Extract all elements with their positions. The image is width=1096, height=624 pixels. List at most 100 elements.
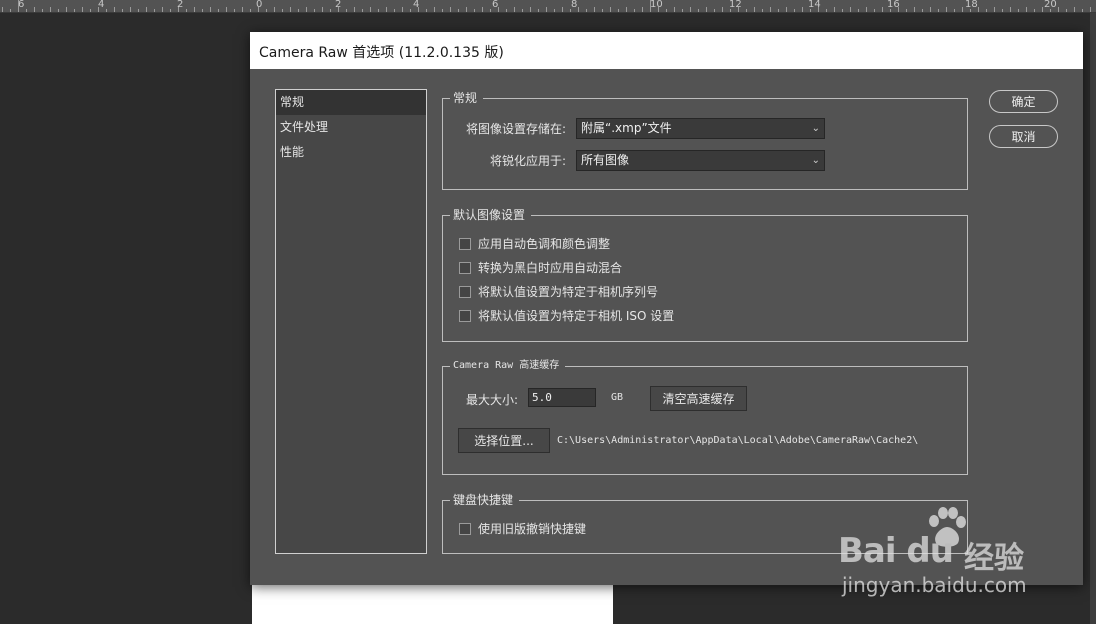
- ruler-tick: [906, 9, 907, 12]
- ruler-tick: [762, 9, 763, 12]
- ruler-tick: [194, 7, 195, 12]
- ruler-tick: [138, 9, 139, 12]
- default-image-settings-group: 默认图像设置 应用自动色调和颜色调整 转换为黑白时应用自动混合 将默认值设置为特…: [442, 208, 968, 342]
- ruler-tick: [562, 7, 563, 12]
- ruler-tick: [770, 7, 771, 12]
- cancel-button[interactable]: 取消: [989, 125, 1058, 148]
- ruler-tick: [42, 9, 43, 12]
- iso-default-checkbox[interactable]: 将默认值设置为特定于相机 ISO 设置: [459, 307, 674, 324]
- ruler-tick: [330, 9, 331, 12]
- legacy-undo-checkbox[interactable]: 使用旧版撤销快捷键: [459, 520, 586, 537]
- ruler-tick: [514, 7, 515, 12]
- ruler-tick: [658, 7, 659, 12]
- ruler-tick: [394, 9, 395, 12]
- ruler-tick: [410, 9, 411, 12]
- choose-location-button[interactable]: 选择位置...: [458, 428, 550, 453]
- cache-group: Camera Raw 高速缓存 最大大小: 5.0 GB 清空高速缓存 选择位置…: [442, 359, 968, 475]
- ruler-tick: [458, 9, 459, 12]
- ruler-tick: [682, 9, 683, 12]
- auto-mix-checkbox[interactable]: 转换为黑白时应用自动混合: [459, 259, 622, 276]
- ruler-tick: [570, 9, 571, 12]
- ruler-tick: [546, 7, 547, 12]
- ruler-tick: [706, 7, 707, 12]
- ruler-tick: [482, 7, 483, 12]
- max-size-label: 最大大小:: [466, 393, 519, 407]
- checkbox-box[interactable]: [459, 261, 471, 274]
- ok-button[interactable]: 确定: [989, 90, 1058, 113]
- ruler-tick: [522, 9, 523, 12]
- ruler-tick: [130, 7, 131, 12]
- ruler-tick: [858, 9, 859, 12]
- ruler-tick: [578, 7, 579, 12]
- ruler-tick: [314, 9, 315, 12]
- ruler-tick: [226, 7, 227, 12]
- ruler-tick: [690, 7, 691, 12]
- purge-cache-button[interactable]: 清空高速缓存: [650, 386, 747, 411]
- ruler-tick: [242, 7, 243, 12]
- ruler-tick: [338, 7, 339, 12]
- ruler-tick: [930, 7, 931, 12]
- ruler-tick: [450, 7, 451, 12]
- ruler-tick: [794, 9, 795, 12]
- ruler-tick: [626, 7, 627, 12]
- iso-default-label: 将默认值设置为特定于相机 ISO 设置: [478, 309, 675, 323]
- ruler-tick: [1034, 9, 1035, 12]
- save-settings-label: 将图像设置存储在:: [466, 122, 567, 136]
- checkbox-box[interactable]: [459, 309, 471, 322]
- ruler-tick: [186, 9, 187, 12]
- ruler-tick: [538, 9, 539, 12]
- legacy-undo-label: 使用旧版撤销快捷键: [478, 522, 587, 536]
- ruler-tick: [370, 7, 371, 12]
- ruler-tick: [786, 7, 787, 12]
- sharpen-select[interactable]: 所有图像 ⌄: [576, 150, 825, 171]
- ruler-label: 10: [650, 0, 663, 10]
- ruler-label: 0: [256, 0, 263, 10]
- ruler-tick: [898, 7, 899, 12]
- sharpen-value: 所有图像: [581, 153, 630, 167]
- ruler-tick: [1050, 9, 1051, 12]
- checkbox-box[interactable]: [459, 522, 471, 535]
- cache-path: C:\Users\Administrator\AppData\Local\Ado…: [557, 435, 919, 446]
- dialog-title: Camera Raw 首选项 (11.2.0.135 版): [250, 32, 1083, 69]
- ruler-tick: [850, 7, 851, 12]
- nav-item-performance[interactable]: 性能: [276, 140, 426, 165]
- save-settings-select[interactable]: 附属“.xmp”文件 ⌄: [576, 118, 825, 139]
- ruler-tick: [234, 9, 235, 12]
- ruler-tick: [346, 9, 347, 12]
- ruler-tick: [202, 9, 203, 12]
- max-size-input[interactable]: 5.0: [528, 388, 596, 407]
- document-canvas: [252, 585, 613, 624]
- ruler-tick: [498, 7, 499, 12]
- ruler-tick: [1018, 9, 1019, 12]
- ruler-tick: [178, 7, 179, 12]
- nav-item-file-handling[interactable]: 文件处理: [276, 115, 426, 140]
- serial-default-checkbox[interactable]: 将默认值设置为特定于相机序列号: [459, 283, 658, 300]
- ruler-tick: [290, 7, 291, 12]
- ruler-tick: [354, 7, 355, 12]
- vertical-scrollbar[interactable]: [1090, 13, 1096, 624]
- ruler-tick: [826, 9, 827, 12]
- ruler-tick: [50, 7, 51, 12]
- auto-tone-label: 应用自动色调和颜色调整: [478, 237, 611, 251]
- ruler-tick: [738, 7, 739, 12]
- ruler-tick: [298, 9, 299, 12]
- checkbox-box[interactable]: [459, 237, 471, 250]
- ruler-tick: [610, 7, 611, 12]
- size-unit: GB: [611, 392, 624, 403]
- ruler-tick: [114, 7, 115, 12]
- ruler-tick: [82, 7, 83, 12]
- ruler-tick: [2, 7, 3, 12]
- baidu-jingyan-text: 经验: [964, 541, 1024, 576]
- checkbox-box[interactable]: [459, 285, 471, 298]
- ruler-tick: [66, 7, 67, 12]
- ruler-tick: [986, 9, 987, 12]
- ruler-tick: [490, 9, 491, 12]
- baidu-watermark: Bai du 经验 jingyan.baidu.com: [838, 505, 1048, 605]
- ruler-tick: [1074, 7, 1075, 12]
- nav-item-general[interactable]: 常规: [276, 90, 426, 115]
- ruler-tick: [946, 7, 947, 12]
- ruler-tick: [442, 9, 443, 12]
- auto-tone-checkbox[interactable]: 应用自动色调和颜色调整: [459, 235, 610, 252]
- ruler-tick: [594, 7, 595, 12]
- ruler-tick: [26, 9, 27, 12]
